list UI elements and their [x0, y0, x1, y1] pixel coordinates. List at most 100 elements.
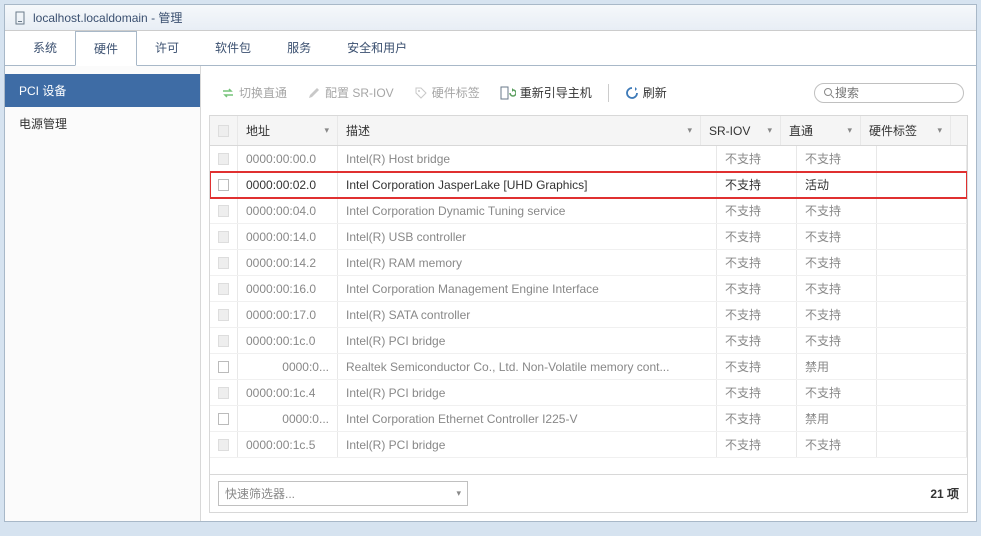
- cell-passthrough: 不支持: [797, 328, 877, 353]
- tabs: 系统硬件许可软件包服务安全和用户: [5, 31, 976, 66]
- row-checkbox[interactable]: [210, 172, 238, 197]
- table-row[interactable]: 0000:00:17.0Intel(R) SATA controller不支持不…: [210, 302, 967, 328]
- table-row[interactable]: 0000:0...Realtek Semiconductor Co., Ltd.…: [210, 354, 967, 380]
- table-row[interactable]: 0000:00:16.0Intel Corporation Management…: [210, 276, 967, 302]
- cell-sriov: 不支持: [717, 328, 797, 353]
- cell-hw-tag: [877, 354, 967, 379]
- table-row[interactable]: 0000:00:1c.5Intel(R) PCI bridge不支持不支持: [210, 432, 967, 458]
- cell-description: Intel Corporation JasperLake [UHD Graphi…: [338, 172, 717, 197]
- cell-hw-tag: [877, 250, 967, 275]
- row-checkbox[interactable]: [210, 276, 238, 301]
- chevron-down-icon: ▾: [767, 125, 772, 136]
- cell-description: Intel(R) PCI bridge: [338, 432, 717, 457]
- cell-address: 0000:0...: [238, 406, 338, 431]
- tab-1[interactable]: 硬件: [75, 31, 137, 66]
- tab-5[interactable]: 安全和用户: [329, 31, 425, 65]
- cell-description: Intel(R) PCI bridge: [338, 380, 717, 405]
- cell-passthrough: 不支持: [797, 198, 877, 223]
- cell-description: Intel Corporation Dynamic Tuning service: [338, 198, 717, 223]
- pencil-icon: [307, 86, 321, 100]
- table-row[interactable]: 0000:00:02.0Intel Corporation JasperLake…: [210, 172, 967, 198]
- th-sriov[interactable]: SR-IOV▾: [701, 116, 781, 145]
- toggle-passthrough-button[interactable]: 切换直通: [213, 80, 295, 105]
- cell-hw-tag: [877, 276, 967, 301]
- th-address[interactable]: 地址▾: [238, 116, 338, 145]
- window: localhost.localdomain - 管理 系统硬件许可软件包服务安全…: [4, 4, 977, 522]
- row-checkbox[interactable]: [210, 406, 238, 431]
- cell-description: Intel Corporation Management Engine Inte…: [338, 276, 717, 301]
- search-input[interactable]: [835, 86, 955, 100]
- chevron-down-icon: ▾: [847, 125, 852, 136]
- cell-hw-tag: [877, 406, 967, 431]
- table-row[interactable]: 0000:00:14.0Intel(R) USB controller不支持不支…: [210, 224, 967, 250]
- cell-sriov: 不支持: [717, 250, 797, 275]
- sidebar: PCI 设备电源管理: [5, 66, 201, 521]
- row-checkbox[interactable]: [210, 354, 238, 379]
- titlebar: localhost.localdomain - 管理: [5, 5, 976, 31]
- chevron-down-icon: ▾: [456, 488, 461, 499]
- refresh-button[interactable]: 刷新: [617, 80, 675, 105]
- reboot-host-button[interactable]: 重新引导主机: [492, 80, 600, 105]
- cell-passthrough: 不支持: [797, 224, 877, 249]
- cell-sriov: 不支持: [717, 432, 797, 457]
- table-row[interactable]: 0000:00:00.0Intel(R) Host bridge不支持不支持: [210, 146, 967, 172]
- row-checkbox[interactable]: [210, 302, 238, 327]
- sidebar-item-1[interactable]: 电源管理: [5, 107, 200, 140]
- cell-address: 0000:00:1c.4: [238, 380, 338, 405]
- table-row[interactable]: 0000:00:1c.0Intel(R) PCI bridge不支持不支持: [210, 328, 967, 354]
- toolbar-separator: [608, 84, 609, 102]
- cell-sriov: 不支持: [717, 276, 797, 301]
- chevron-down-icon: ▾: [937, 125, 942, 136]
- table-body[interactable]: 0000:00:00.0Intel(R) Host bridge不支持不支持00…: [210, 146, 967, 474]
- search-icon: [823, 87, 835, 99]
- cell-sriov: 不支持: [717, 198, 797, 223]
- table-row[interactable]: 0000:00:14.2Intel(R) RAM memory不支持不支持: [210, 250, 967, 276]
- row-count: 21 项: [930, 485, 959, 502]
- cell-description: Intel(R) RAM memory: [338, 250, 717, 275]
- search-box[interactable]: [814, 83, 964, 103]
- chevron-down-icon: ▾: [324, 125, 329, 136]
- cell-address: 0000:0...: [238, 354, 338, 379]
- tab-3[interactable]: 软件包: [197, 31, 269, 65]
- tab-0[interactable]: 系统: [15, 31, 75, 65]
- cell-hw-tag: [877, 328, 967, 353]
- cell-sriov: 不支持: [717, 380, 797, 405]
- content: 切换直通 配置 SR-IOV 硬件标签 重新引导主机 刷新: [201, 66, 976, 521]
- host-icon: [13, 11, 27, 25]
- row-checkbox[interactable]: [210, 198, 238, 223]
- th-checkbox[interactable]: [210, 116, 238, 145]
- sidebar-item-0[interactable]: PCI 设备: [5, 74, 200, 107]
- th-hw-tag[interactable]: 硬件标签▾: [861, 116, 951, 145]
- cell-address: 0000:00:14.2: [238, 250, 338, 275]
- config-sriov-button[interactable]: 配置 SR-IOV: [299, 80, 402, 105]
- row-checkbox[interactable]: [210, 328, 238, 353]
- th-description[interactable]: 描述▾: [338, 116, 701, 145]
- row-checkbox[interactable]: [210, 380, 238, 405]
- table-header: 地址▾ 描述▾ SR-IOV▾ 直通▾ 硬件标签▾: [210, 116, 967, 146]
- cell-sriov: 不支持: [717, 354, 797, 379]
- swap-icon: [221, 86, 235, 100]
- hw-tag-button[interactable]: 硬件标签: [406, 80, 488, 105]
- table-row[interactable]: 0000:00:04.0Intel Corporation Dynamic Tu…: [210, 198, 967, 224]
- cell-address: 0000:00:17.0: [238, 302, 338, 327]
- toolbar: 切换直通 配置 SR-IOV 硬件标签 重新引导主机 刷新: [209, 74, 968, 115]
- cell-address: 0000:00:02.0: [238, 172, 338, 197]
- cell-address: 0000:00:14.0: [238, 224, 338, 249]
- row-checkbox[interactable]: [210, 224, 238, 249]
- cell-passthrough: 禁用: [797, 406, 877, 431]
- cell-sriov: 不支持: [717, 172, 797, 197]
- row-checkbox[interactable]: [210, 250, 238, 275]
- cell-hw-tag: [877, 302, 967, 327]
- quick-filter-select[interactable]: 快速筛选器... ▾: [218, 481, 468, 506]
- cell-address: 0000:00:16.0: [238, 276, 338, 301]
- row-checkbox[interactable]: [210, 432, 238, 457]
- th-passthrough[interactable]: 直通▾: [781, 116, 861, 145]
- tab-4[interactable]: 服务: [269, 31, 329, 65]
- row-checkbox[interactable]: [210, 146, 238, 171]
- table-row[interactable]: 0000:0...Intel Corporation Ethernet Cont…: [210, 406, 967, 432]
- chevron-down-icon: ▾: [687, 125, 692, 136]
- tab-2[interactable]: 许可: [137, 31, 197, 65]
- table-row[interactable]: 0000:00:1c.4Intel(R) PCI bridge不支持不支持: [210, 380, 967, 406]
- table-footer: 快速筛选器... ▾ 21 项: [210, 474, 967, 512]
- cell-description: Intel(R) Host bridge: [338, 146, 717, 171]
